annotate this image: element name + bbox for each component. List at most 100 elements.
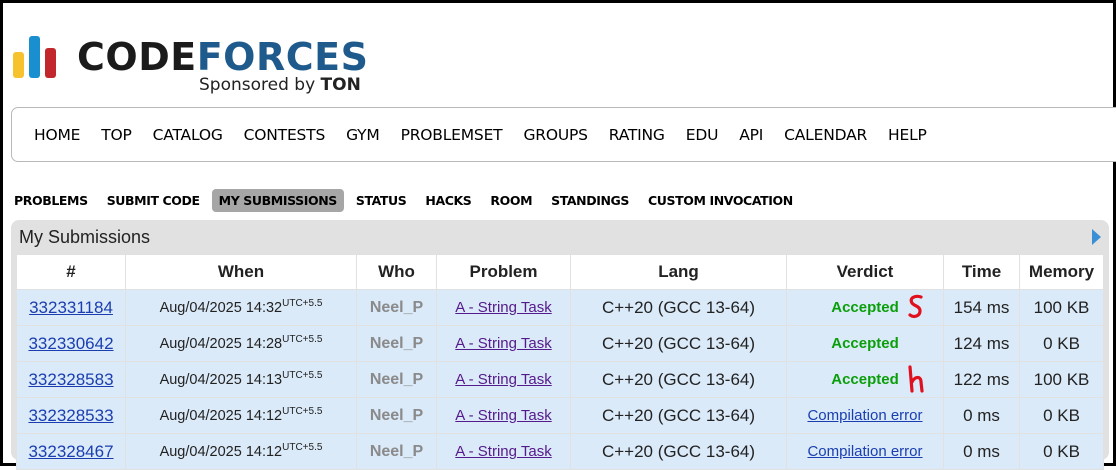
codeforces-logo[interactable]: CODEFORCES Sponsored by TON	[11, 33, 371, 103]
problem-cell: A - String Task	[436, 433, 571, 470]
author-link[interactable]: Neel_P	[370, 371, 423, 388]
logo-bars-icon	[11, 33, 71, 78]
header-who: Who	[356, 254, 437, 290]
submission-id-link[interactable]: 332330642	[28, 334, 113, 353]
when-cell: Aug/04/2025 14:12UTC+5.5	[125, 397, 357, 434]
lang-cell: C++20 (GCC 13-64)	[570, 397, 787, 434]
submenu-item-standings[interactable]: STANDINGS	[544, 189, 636, 212]
logo-wordmark: CODEFORCES	[77, 35, 369, 79]
author-link[interactable]: Neel_P	[370, 299, 423, 316]
header-time: Time	[943, 254, 1020, 290]
when-text: Aug/04/2025 14:12	[159, 443, 283, 460]
who-cell: Neel_P	[356, 433, 437, 470]
when-cell: Aug/04/2025 14:13UTC+5.5	[125, 361, 357, 398]
menu-item-home[interactable]: HOME	[34, 126, 80, 144]
verdict-compilation-error-link[interactable]: Compilation error	[807, 407, 922, 424]
problem-link[interactable]: A - String Task	[455, 371, 551, 388]
when-cell: Aug/04/2025 14:32UTC+5.5	[125, 289, 357, 326]
handwritten-s-mark	[908, 294, 923, 318]
menu-item-top[interactable]: TOP	[101, 126, 132, 144]
menu-item-gym[interactable]: GYM	[346, 126, 380, 144]
memory-cell: 0 KB	[1019, 433, 1104, 470]
timezone-text: UTC+5.5	[282, 333, 323, 345]
verdict-cell: Compilation error	[786, 397, 944, 434]
header-when: When	[125, 254, 357, 290]
author-link[interactable]: Neel_P	[370, 335, 423, 352]
menu-item-rating[interactable]: RATING	[609, 126, 665, 144]
when-cell: Aug/04/2025 14:28UTC+5.5	[125, 325, 357, 362]
submission-id-cell: 332328467	[16, 433, 126, 470]
author-link[interactable]: Neel_P	[370, 407, 423, 424]
submissions-table: # When Who Problem Lang Verdict Time Mem…	[16, 254, 1104, 470]
verdict-cell: Accepted	[786, 325, 944, 362]
when-text: Aug/04/2025 14:13	[159, 371, 283, 388]
submenu-item-custom-invocation[interactable]: CUSTOM INVOCATION	[641, 189, 800, 212]
submenu-item-status[interactable]: STATUS	[349, 189, 414, 212]
table-row: 332330642 Aug/04/2025 14:28UTC+5.5 Neel_P A…	[16, 325, 1104, 362]
submenu-item-room[interactable]: ROOM	[483, 189, 539, 212]
memory-cell: 100 KB	[1019, 289, 1104, 326]
problem-link[interactable]: A - String Task	[455, 407, 551, 424]
author-link[interactable]: Neel_P	[370, 443, 423, 460]
verdict-accepted: Accepted	[831, 299, 899, 316]
time-cell: 122 ms	[943, 361, 1020, 398]
verdict-accepted: Accepted	[831, 371, 899, 388]
submission-id-cell: 332330642	[16, 325, 126, 362]
submission-id-link[interactable]: 332328467	[28, 442, 113, 461]
when-text: Aug/04/2025 14:32	[159, 299, 283, 316]
submenu-item-my-submissions[interactable]: MY SUBMISSIONS	[211, 188, 344, 212]
timezone-text: UTC+5.5	[282, 369, 323, 381]
expand-arrow-icon[interactable]	[1092, 229, 1101, 245]
memory-cell: 0 KB	[1019, 397, 1104, 434]
contest-submenu: PROBLEMS SUBMIT CODE MY SUBMISSIONS STATUS H…	[7, 188, 805, 212]
memory-cell: 100 KB	[1019, 361, 1104, 398]
header-memory: Memory	[1019, 254, 1104, 290]
my-submissions-box: My Submissions # When Who Problem Lang V…	[11, 220, 1109, 470]
submission-id-link[interactable]: 332328533	[28, 406, 113, 425]
time-cell: 154 ms	[943, 289, 1020, 326]
menu-item-help[interactable]: HELP	[888, 126, 927, 144]
who-cell: Neel_P	[356, 325, 437, 362]
menu-item-contests[interactable]: CONTESTS	[244, 126, 326, 144]
submenu-item-problems[interactable]: PROBLEMS	[7, 189, 95, 212]
problem-link[interactable]: A - String Task	[455, 443, 551, 460]
time-cell: 124 ms	[943, 325, 1020, 362]
header-id: #	[16, 254, 126, 290]
time-cell: 0 ms	[943, 397, 1020, 434]
problem-link[interactable]: A - String Task	[455, 335, 551, 352]
who-cell: Neel_P	[356, 289, 437, 326]
submission-id-cell: 332328533	[16, 397, 126, 434]
header-verdict: Verdict	[786, 254, 944, 290]
when-text: Aug/04/2025 14:28	[159, 335, 283, 352]
when-text: Aug/04/2025 14:12	[159, 407, 283, 424]
problem-cell: A - String Task	[436, 397, 571, 434]
table-header-row: # When Who Problem Lang Verdict Time Mem…	[16, 254, 1104, 290]
main-menu: HOME TOP CATALOG CONTESTS GYM PROBLEMSET GROUP…	[11, 107, 1116, 162]
submission-id-link[interactable]: 332331184	[29, 298, 113, 317]
verdict-compilation-error-link[interactable]: Compilation error	[807, 443, 922, 460]
problem-link[interactable]: A - String Task	[455, 299, 551, 316]
submenu-item-submit-code[interactable]: SUBMIT CODE	[100, 189, 207, 212]
menu-item-edu[interactable]: EDU	[686, 126, 719, 144]
table-row: 332328467 Aug/04/2025 14:12UTC+5.5 Neel_P A…	[16, 433, 1104, 470]
submission-id-cell: 332328583	[16, 361, 126, 398]
menu-item-problemset[interactable]: PROBLEMSET	[401, 126, 503, 144]
who-cell: Neel_P	[356, 397, 437, 434]
submission-id-cell: 332331184	[16, 289, 126, 326]
sponsor-text: Sponsored by TON	[199, 75, 361, 95]
table-row: 332331184 Aug/04/2025 14:32UTC+5.5 Neel_P A…	[16, 289, 1104, 326]
menu-item-api[interactable]: API	[739, 126, 763, 144]
who-cell: Neel_P	[356, 361, 437, 398]
header-problem: Problem	[436, 254, 571, 290]
menu-item-catalog[interactable]: CATALOG	[153, 126, 223, 144]
lang-cell: C++20 (GCC 13-64)	[570, 289, 787, 326]
submission-id-link[interactable]: 332328583	[28, 370, 113, 389]
box-title: My Submissions	[19, 227, 151, 247]
verdict-accepted: Accepted	[831, 335, 899, 352]
menu-item-groups[interactable]: GROUPS	[523, 126, 588, 144]
submenu-item-hacks[interactable]: HACKS	[418, 189, 478, 212]
problem-cell: A - String Task	[436, 289, 571, 326]
lang-cell: C++20 (GCC 13-64)	[570, 361, 787, 398]
menu-item-calendar[interactable]: CALENDAR	[784, 126, 867, 144]
verdict-cell: Accepted	[786, 361, 944, 398]
